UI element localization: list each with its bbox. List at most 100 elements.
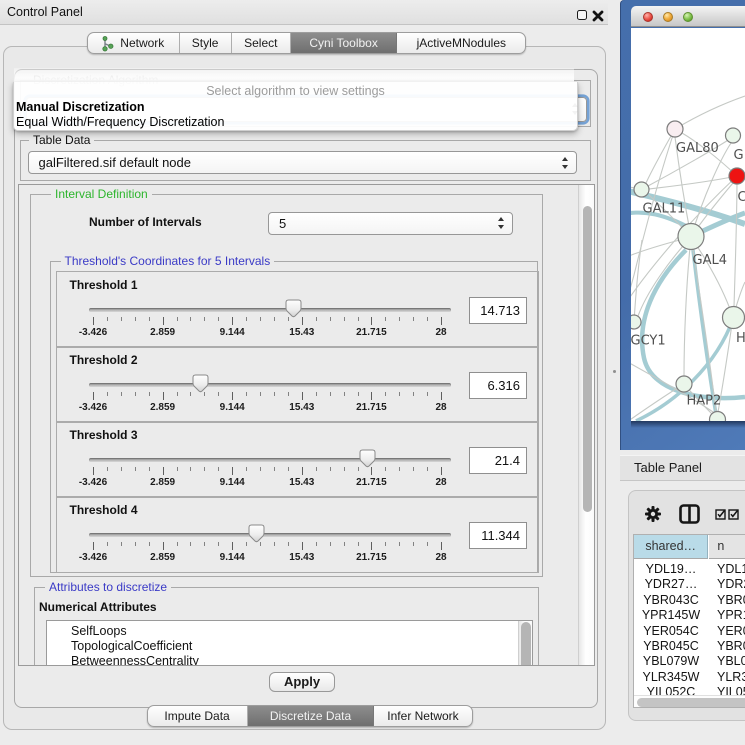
table-cell[interactable]: YBR045C xyxy=(634,639,708,654)
table-cell[interactable]: YBL079W xyxy=(634,654,708,669)
attribute-list-item[interactable]: BetweennessCentrality xyxy=(47,654,532,666)
table-cell[interactable]: YLR345W xyxy=(634,670,708,685)
close-icon[interactable] xyxy=(592,10,604,22)
network-node-label: GAL4 xyxy=(693,253,727,268)
table-cell[interactable]: YPR14 xyxy=(717,608,745,623)
attributes-scrollbar-thumb[interactable] xyxy=(521,622,531,666)
table-cell[interactable]: YDL19… xyxy=(634,562,708,577)
network-node-bottom[interactable] xyxy=(710,412,726,421)
tab-cyni-toolbox[interactable]: Cyni Toolbox xyxy=(291,33,398,53)
number-of-intervals-value: 5 xyxy=(279,216,286,231)
combo-stepper-icon xyxy=(562,157,569,169)
network-node-label: GAL80 xyxy=(676,141,719,156)
threshold-slider-thumb[interactable] xyxy=(359,449,376,468)
table-cell[interactable]: YDR27… xyxy=(634,577,708,592)
threshold-slider-track[interactable] xyxy=(89,308,451,312)
splitter-handle[interactable] xyxy=(613,370,616,373)
application-window: Control Panel NetworkStyleSelectCyni Too… xyxy=(0,0,745,745)
slider-tick-label: 15.43 xyxy=(289,477,314,488)
tab-impute-data[interactable]: Impute Data xyxy=(148,706,248,726)
combo-stepper-icon xyxy=(498,217,505,229)
threshold-slider-thumb[interactable] xyxy=(248,524,265,543)
table-header-name[interactable]: n xyxy=(709,535,745,560)
network-node-HAP2[interactable] xyxy=(676,376,692,392)
network-node-green-tr[interactable] xyxy=(726,128,741,143)
table-cell[interactable]: YER054C xyxy=(634,624,708,639)
gear-icon[interactable] xyxy=(645,506,661,522)
tab-discretize-data[interactable]: Discretize Data xyxy=(248,706,375,726)
threshold-slider-thumb[interactable] xyxy=(192,374,209,393)
threshold-slider-track[interactable] xyxy=(89,458,451,462)
slider-tick-label: 21.715 xyxy=(356,477,387,488)
threshold-value-field[interactable] xyxy=(469,372,527,399)
network-node-label: G. xyxy=(734,148,745,163)
network-node-pink[interactable] xyxy=(667,121,683,137)
table-cell[interactable]: YER05 xyxy=(717,624,745,639)
network-node-GAL11[interactable] xyxy=(634,182,649,197)
threshold-value-field[interactable] xyxy=(469,522,527,549)
popup-fade xyxy=(14,68,574,82)
threshold-slider-track[interactable] xyxy=(89,533,451,537)
minimize-light[interactable] xyxy=(663,12,673,22)
settings-scrollpane: Interval Definition Number of Intervals … xyxy=(18,184,595,666)
slider-tick-label: 9.144 xyxy=(220,327,245,338)
threshold-block-1: Threshold 1-3.4262.8599.14415.4321.71528 xyxy=(56,271,539,348)
table-scrollbar-thumb[interactable] xyxy=(637,698,745,707)
checkbox-checked-icon[interactable] xyxy=(728,509,739,520)
table-horizontal-scrollbar[interactable] xyxy=(634,695,745,709)
tab-infer-network[interactable]: Infer Network xyxy=(374,706,471,726)
checkbox-checked-icon[interactable] xyxy=(715,509,726,520)
slider-tick-label: 2.859 xyxy=(150,327,175,338)
top-tab-bar: Network StyleSelectCyni ToolboxjActiveMNo… xyxy=(87,32,526,54)
threshold-value-field[interactable] xyxy=(469,297,527,324)
tab-label: Infer Network xyxy=(387,709,458,723)
threshold-value-field[interactable] xyxy=(469,447,527,474)
slider-tick-label: -3.426 xyxy=(79,327,107,338)
table-cell[interactable]: YLR34 xyxy=(717,670,745,685)
slider-tick-label: -3.426 xyxy=(79,552,107,563)
threshold-slider-track[interactable] xyxy=(89,383,451,387)
slider-tick-label: 28 xyxy=(435,327,446,338)
zoom-light[interactable] xyxy=(683,12,693,22)
network-view-canvas[interactable]: GAL80G.CGAL11GAL4GCY1HHAP2 xyxy=(631,28,745,421)
threshold-slider-thumb[interactable] xyxy=(285,299,302,318)
attribute-list-item[interactable]: SelfLoops xyxy=(47,624,532,639)
table-cell[interactable]: YPR145W xyxy=(634,608,708,623)
settings-scrollbar-thumb[interactable] xyxy=(583,206,592,512)
network-node-H[interactable] xyxy=(723,307,745,329)
popup-item-equal-width[interactable]: Equal Width/Frequency Discretization xyxy=(14,114,579,130)
table-cell[interactable]: YBR04 xyxy=(717,593,745,608)
tab-style[interactable]: Style xyxy=(180,33,232,53)
popup-placeholder-item[interactable]: Select algorithm to view settings xyxy=(14,83,577,99)
network-window-shadow xyxy=(631,421,745,428)
tab-select[interactable]: Select xyxy=(232,33,291,53)
network-node-GCY1[interactable] xyxy=(631,315,641,329)
table-data-combobox[interactable]: galFiltered.sif default node xyxy=(28,151,577,174)
settings-scrollbar[interactable] xyxy=(578,185,594,665)
network-node-GAL4[interactable] xyxy=(678,224,704,250)
tab-network[interactable]: Network xyxy=(88,33,180,53)
table-cell[interactable]: YBL07 xyxy=(717,654,745,669)
slider-tick-label: 2.859 xyxy=(150,402,175,413)
table-cell[interactable]: YBR043C xyxy=(634,593,708,608)
numerical-attributes-list[interactable]: SelfLoopsTopologicalCoefficientBetweenne… xyxy=(46,620,533,666)
apply-button[interactable]: Apply xyxy=(269,672,335,692)
table-cell[interactable]: YBR04 xyxy=(717,639,745,654)
popup-item-manual-discretization[interactable]: Manual Discretization xyxy=(14,99,579,115)
attributes-list-scrollbar[interactable] xyxy=(518,621,532,666)
network-node-red[interactable] xyxy=(729,168,745,184)
float-window-icon[interactable] xyxy=(577,10,587,20)
tab-jactivemnodules[interactable]: jActiveMNodules xyxy=(397,33,525,53)
table-cell[interactable]: YDL19 xyxy=(717,562,745,577)
network-window-titlebar[interactable] xyxy=(631,6,745,27)
number-of-intervals-combobox[interactable]: 5 xyxy=(268,212,513,235)
slider-tick-label: 9.144 xyxy=(220,402,245,413)
attribute-list-item[interactable]: TopologicalCoefficient xyxy=(47,639,532,654)
table-cell[interactable]: YDR27 xyxy=(717,577,745,592)
close-light[interactable] xyxy=(643,12,653,22)
split-view-icon[interactable] xyxy=(679,504,700,524)
table-header-shared-name[interactable]: shared… xyxy=(634,535,708,560)
slider-tick-label: 21.715 xyxy=(356,327,387,338)
tab-label: Network xyxy=(120,36,164,50)
algorithm-dropdown-popup: Select algorithm to view settings Manual… xyxy=(13,82,578,131)
